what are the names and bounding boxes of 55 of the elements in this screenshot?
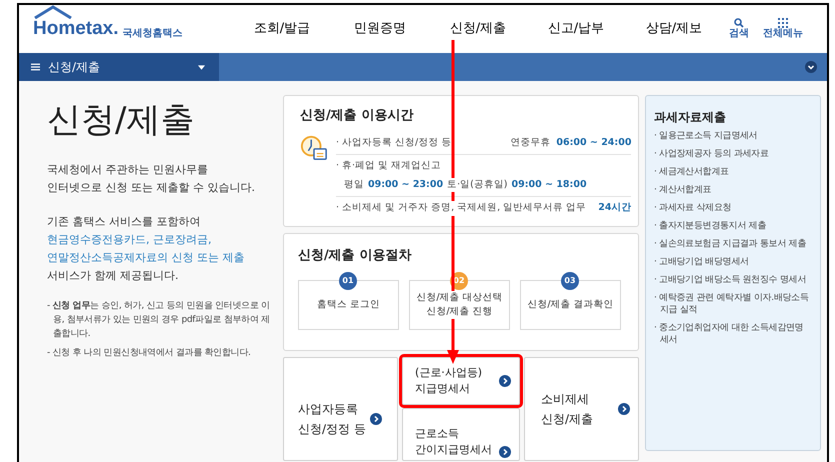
- breadcrumb-dropdown[interactable]: 신청/제출: [19, 53, 219, 81]
- hours-label: · 소비제세 및 거주자 증명, 국제세원, 일반세무서류 업무: [336, 201, 586, 216]
- panel-link[interactable]: · 예탁증권 관련 예탁자별 이자.배당소득 지급 실적: [654, 292, 812, 316]
- caret-icon: [198, 64, 205, 70]
- panel-link[interactable]: · 과세자료 삭제요청: [654, 202, 812, 214]
- service-link[interactable]: 현금영수증전용카드, 근로장려금,: [47, 231, 277, 249]
- panel-link[interactable]: · 세금계산서합계표: [654, 166, 812, 178]
- note-text: - 신청 업무는 승인, 허가, 신고 등의 민원을 인터넷으로 이용, 첨부서류가 있는 민원의 경우 pdf파일로 첨부하여 제출합니다.: [47, 300, 271, 341]
- panel-link[interactable]: · 중소기업취업자에 대한 소득세감면명세서: [654, 322, 812, 346]
- card-title: 신청/제출 이용시간: [300, 107, 414, 125]
- note-text: - 신청 후 나의 민원신청내역에서 결과를 확인합니다.: [47, 347, 252, 360]
- service-link[interactable]: 연말정산소득공제자료의 신청 또는 제출: [47, 249, 277, 267]
- panel-link[interactable]: · 출자지분등변경통지서 제출: [654, 220, 812, 232]
- panel-link[interactable]: · 사업장제공자 등의 과세자료: [654, 148, 812, 160]
- panel-title: 과세자료제출: [654, 109, 727, 126]
- hours-label: 토·일(공휴일): [447, 178, 508, 192]
- nav-link[interactable]: 상담/제보: [625, 19, 723, 39]
- card-title: 신청/제출 이용절차: [298, 247, 412, 265]
- search-icon: [734, 18, 744, 28]
- page-title: 신청/제출: [47, 103, 196, 137]
- clock-calendar-icon: [300, 134, 328, 162]
- menu-button[interactable]: 전체메뉴: [763, 18, 803, 40]
- shortcut-link[interactable]: 사업자등록 신청/정정 등: [283, 357, 398, 461]
- hours-detail: 연중무휴: [510, 136, 550, 150]
- grid-icon: [778, 18, 788, 28]
- panel-link[interactable]: · 일용근로소득 지급명세서: [654, 130, 812, 142]
- step-label: 신청/제출 진행: [426, 304, 493, 318]
- house-roof-icon: [33, 5, 73, 19]
- intro-text: 서비스가 함께 제공됩니다.: [47, 268, 180, 284]
- logo-subtitle: 국세청홈택스: [122, 27, 183, 41]
- step-number: 03: [561, 272, 579, 290]
- menu-icon: [31, 63, 40, 71]
- hours-time: 24시간: [598, 201, 632, 216]
- hours-time: 06:00 ~ 24:00: [556, 136, 632, 150]
- nav-link[interactable]: 신고/납부: [527, 19, 625, 39]
- panel-link[interactable]: · 실손의료보험금 지급결과 통보서 제출: [654, 238, 812, 250]
- intro-text: 국세청에서 주관하는 민원사무를: [47, 162, 209, 178]
- panel-link[interactable]: · 계산서합계표: [654, 184, 812, 196]
- step-label: 홈택스 로그인: [316, 298, 380, 312]
- step-label: 신청/제출 대상선택: [416, 290, 503, 304]
- search-button[interactable]: 검색: [729, 18, 749, 40]
- intro-text: 인터넷으로 신청 또는 제출할 수 있습니다.: [47, 180, 256, 196]
- nav-link[interactable]: 신청/제출: [429, 19, 527, 39]
- shortcut-link[interactable]: 소비제세 신청/제출: [524, 357, 639, 461]
- nav-link[interactable]: 조회/발급: [233, 19, 331, 39]
- expand-icon[interactable]: [805, 61, 817, 73]
- panel-link[interactable]: · 고배당기업 배당소득 원천징수 명세서: [654, 274, 812, 286]
- nav-link[interactable]: 민원증명: [331, 19, 429, 39]
- step-label: 신청/제출 결과확인: [527, 298, 614, 312]
- step-number: 01: [339, 272, 357, 290]
- shortcut-link[interactable]: 근로소득 간이지급명세서: [402, 408, 520, 461]
- logo-text: Hometax.: [33, 18, 119, 39]
- shortcut-link[interactable]: (근로·사업등) 지급명세서: [402, 357, 520, 405]
- intro-text: 기존 홈택스 서비스를 포함하여: [47, 214, 202, 230]
- panel-link[interactable]: · 고배당기업 배당명세서: [654, 256, 812, 268]
